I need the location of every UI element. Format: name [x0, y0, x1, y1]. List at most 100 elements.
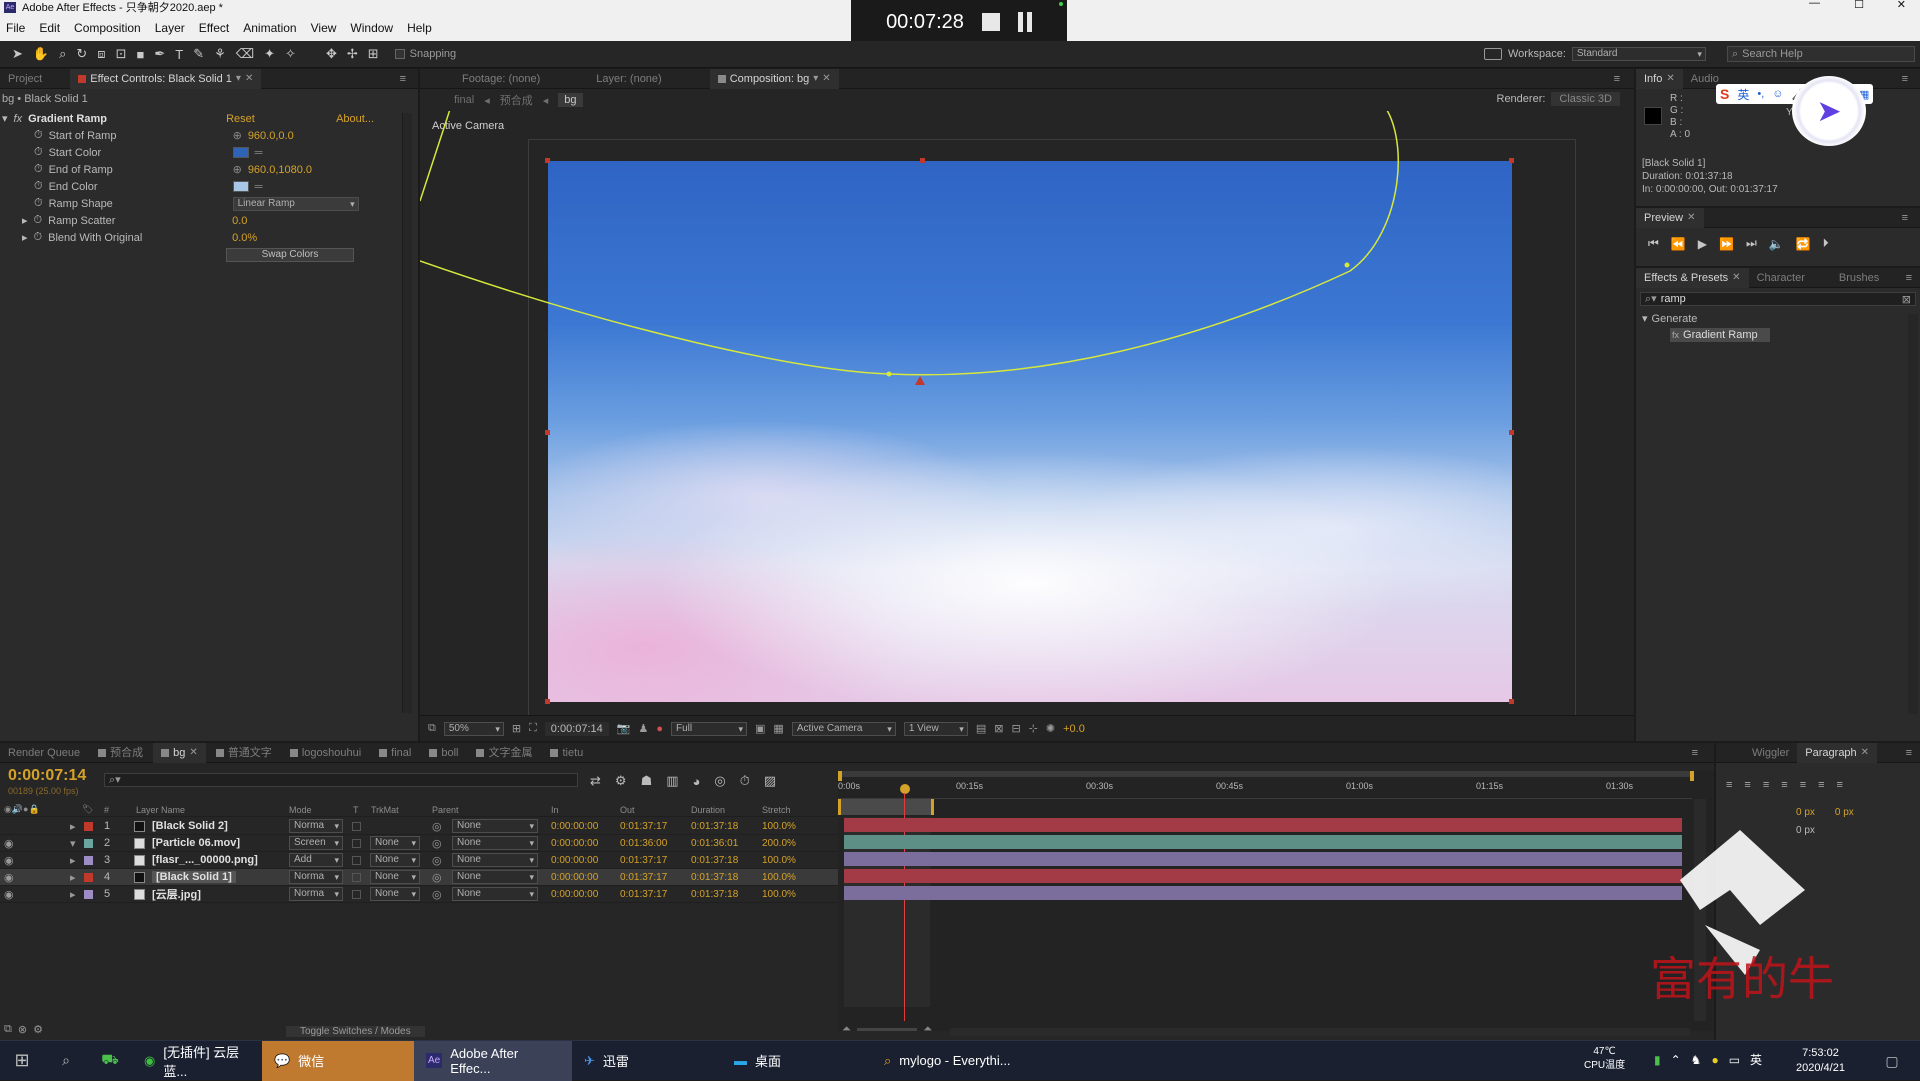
- stopwatch-icon[interactable]: ⏱: [34, 197, 43, 210]
- fx-icon[interactable]: fx: [14, 113, 23, 125]
- graph-editor-icon[interactable]: ◎: [714, 773, 725, 789]
- clear-search-icon[interactable]: ⊠: [1902, 293, 1911, 306]
- local-axis-icon[interactable]: ✥: [326, 46, 337, 62]
- layer-mode-select[interactable]: Norma: [289, 819, 343, 833]
- maximize-button[interactable]: ☐: [1854, 0, 1864, 11]
- start-color-swatch[interactable]: [232, 147, 249, 158]
- layer-stretch[interactable]: 100.0%: [762, 872, 796, 883]
- layer-name[interactable]: [云层.jpg]: [152, 886, 201, 902]
- panel-menu-icon[interactable]: ≡: [400, 73, 406, 85]
- layer-name[interactable]: [Black Solid 1]: [152, 871, 236, 883]
- zoom-select[interactable]: 50%: [443, 721, 504, 736]
- channel-icon[interactable]: ●: [656, 723, 663, 735]
- blend-value[interactable]: 0.0%: [232, 232, 257, 244]
- region-icon[interactable]: ▣: [755, 722, 765, 735]
- app-green-icon[interactable]: ⛟: [88, 1049, 132, 1073]
- search-taskbar-icon[interactable]: ⌕: [44, 1049, 88, 1073]
- loop-icon[interactable]: 🔁: [1796, 237, 1811, 251]
- expand-arrow-icon[interactable]: ▾: [1642, 312, 1648, 325]
- close-tab-icon[interactable]: ✕: [822, 69, 830, 89]
- label-color[interactable]: [84, 890, 93, 899]
- camera-select[interactable]: Active Camera: [791, 721, 896, 736]
- live-update-icon[interactable]: ▨: [764, 773, 776, 789]
- battery-icon[interactable]: ▮: [1654, 1053, 1661, 1067]
- stopwatch-icon[interactable]: ⏱: [34, 146, 43, 159]
- panel-menu-icon[interactable]: ≡: [1906, 272, 1912, 284]
- crumb-final[interactable]: final: [454, 94, 474, 106]
- expand-arrow-icon[interactable]: ▸: [70, 854, 76, 867]
- show-snapshot-icon[interactable]: ♟: [638, 722, 648, 735]
- exposure-icon[interactable]: ✺: [1046, 722, 1055, 735]
- effect-item-gradient-ramp[interactable]: fx Gradient Ramp: [1670, 328, 1770, 342]
- zoom-slider[interactable]: ⏶ ⏶: [842, 1023, 932, 1036]
- snapping-checkbox[interactable]: [394, 49, 405, 59]
- layer-duration-bar[interactable]: [844, 852, 1682, 866]
- ram-preview-icon[interactable]: ⏵: [1823, 236, 1829, 251]
- preserve-transparency-checkbox[interactable]: [352, 856, 361, 865]
- crumb-bg[interactable]: bg: [558, 93, 583, 107]
- view-layout-select[interactable]: 1 View: [903, 721, 968, 736]
- end-of-ramp-value[interactable]: 960.0,1080.0: [248, 164, 312, 176]
- pickwhip-icon[interactable]: ◎: [432, 837, 442, 850]
- layer-in[interactable]: 0:00:00:00: [551, 855, 598, 866]
- layer-row[interactable]: ▸ 1 [Black Solid 2] Norma ◎ None 0:00:00:00 0:0…: [0, 818, 838, 835]
- tab-composition[interactable]: Composition: bg ▾ ✕: [709, 69, 839, 89]
- layer-in[interactable]: 0:00:00:00: [551, 838, 598, 849]
- pan-behind-tool-icon[interactable]: ⊡: [116, 46, 127, 62]
- next-frame-icon[interactable]: ⏩: [1719, 237, 1734, 251]
- layer-stretch[interactable]: 100.0%: [762, 889, 796, 900]
- layer-out[interactable]: 0:01:37:17: [620, 889, 667, 900]
- tab-precomp[interactable]: 预合成: [90, 743, 151, 763]
- work-area-bar[interactable]: [838, 771, 1692, 777]
- start-button[interactable]: ⊞: [0, 1049, 44, 1073]
- tray-status-icon[interactable]: ●: [1711, 1053, 1718, 1067]
- taskbar-item-browser[interactable]: ◉ [无插件] 云层蓝...: [132, 1041, 262, 1081]
- clone-stamp-tool-icon[interactable]: ⚘: [214, 46, 226, 62]
- label-color[interactable]: [84, 856, 93, 865]
- ime-indicator[interactable]: 英: [1750, 1051, 1762, 1068]
- playhead-handle[interactable]: [900, 784, 910, 794]
- safe-areas-icon[interactable]: ⛶: [529, 722, 537, 735]
- timeline-search-field[interactable]: ⌕▾: [104, 773, 578, 787]
- visibility-eye-icon[interactable]: ◉: [4, 871, 14, 884]
- prev-frame-icon[interactable]: ⏪: [1671, 237, 1686, 251]
- pause-record-button[interactable]: [1017, 12, 1032, 32]
- tab-layer[interactable]: Layer: (none): [588, 69, 669, 89]
- panel-menu-icon[interactable]: ≡: [1902, 212, 1908, 224]
- layer-out[interactable]: 0:01:37:17: [620, 872, 667, 883]
- layer-duration[interactable]: 0:01:37:18: [691, 889, 738, 900]
- label-color[interactable]: [84, 822, 93, 831]
- layer-mode-select[interactable]: Screen: [289, 836, 343, 850]
- parent-select[interactable]: None: [452, 819, 538, 833]
- preserve-transparency-checkbox[interactable]: [352, 822, 361, 831]
- expand-arrow-icon[interactable]: ▸: [70, 871, 76, 884]
- trkmat-select[interactable]: None: [370, 887, 420, 901]
- category-generate[interactable]: Generate: [1652, 313, 1698, 325]
- ramp-shape-select[interactable]: Linear Ramp: [232, 196, 359, 211]
- layer-name[interactable]: [Particle 06.mov]: [152, 837, 240, 849]
- tray-expand-icon[interactable]: ⌃: [1671, 1053, 1681, 1067]
- trkmat-select[interactable]: None: [370, 870, 420, 884]
- pickwhip-icon[interactable]: ◎: [432, 820, 442, 833]
- trkmat-select[interactable]: None: [370, 853, 420, 867]
- preserve-transparency-checkbox[interactable]: [352, 839, 361, 848]
- menu-layer[interactable]: Layer: [155, 21, 185, 35]
- eraser-tool-icon[interactable]: ⌫: [236, 46, 254, 62]
- stopwatch-icon[interactable]: ⏱: [34, 231, 43, 244]
- camera-tool-icon[interactable]: ⧈: [97, 46, 105, 62]
- layer-mode-select[interactable]: Norma: [289, 887, 343, 901]
- layer-stretch[interactable]: 100.0%: [762, 855, 796, 866]
- taskbar-item-wechat[interactable]: 💬 微信: [262, 1040, 414, 1081]
- tab-text-metal[interactable]: 文字金属: [468, 743, 540, 763]
- expand-arrow-icon[interactable]: ▸: [70, 888, 76, 901]
- stopwatch-icon[interactable]: ⏱: [34, 180, 43, 193]
- panel-menu-icon[interactable]: ≡: [1614, 73, 1620, 85]
- menu-edit[interactable]: Edit: [39, 21, 60, 35]
- rectangle-tool-icon[interactable]: ■: [136, 47, 144, 62]
- resolution-select[interactable]: Full: [671, 721, 748, 736]
- col-layer-name[interactable]: Layer Name: [136, 805, 185, 815]
- tab-final[interactable]: final: [371, 743, 419, 763]
- audio-icon[interactable]: 🔈: [1769, 237, 1784, 251]
- stopwatch-icon[interactable]: ⏱: [34, 129, 43, 142]
- shy-layers-icon[interactable]: ☗: [641, 773, 653, 789]
